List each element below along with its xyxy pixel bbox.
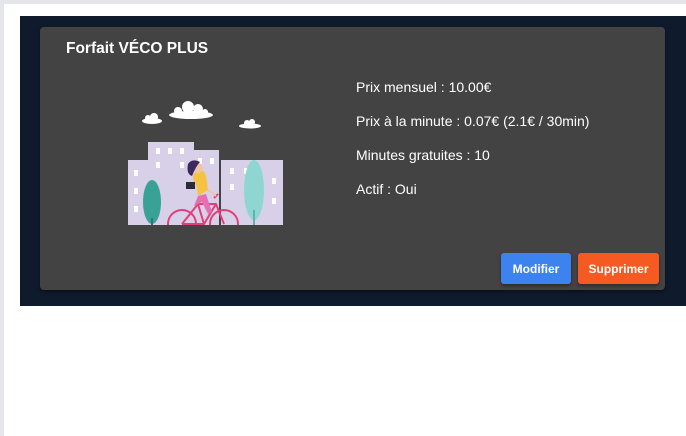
free-minutes: Minutes gratuites : 10 [356,147,490,163]
edit-button[interactable]: Modifier [501,253,571,284]
plans-panel: Forfait VÉCO PLUS Prix mensuel: 10.00€ … [20,16,686,306]
plan-card: Forfait VÉCO PLUS Prix mensuel: 10.00€ … [40,27,665,290]
clouds [142,101,261,129]
viewport-border-left [0,0,4,436]
delete-button[interactable]: Supprimer [578,253,659,284]
plan-title: Forfait VÉCO PLUS [66,40,209,57]
active-status: Actif : Oui [356,181,417,197]
minute-price: Prix à la minute : 0.07€ (2.1€ / 30min) [356,113,590,129]
cyclist-illustration [128,101,283,225]
viewport-border-top [0,0,686,4]
monthly-price: Prix mensuel : 10.00€ [356,79,492,95]
